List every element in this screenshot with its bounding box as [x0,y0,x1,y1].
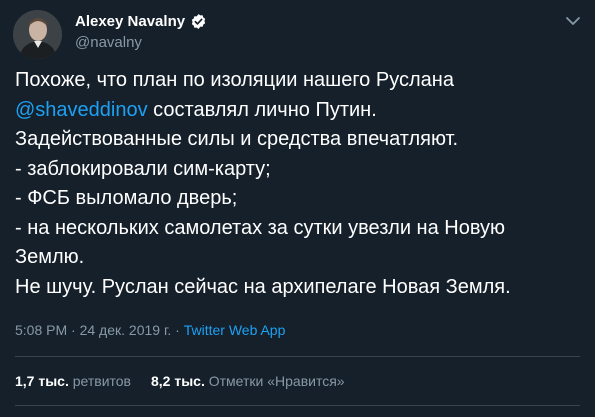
likes-count: 8,2 тыс. [151,373,205,389]
retweets-stat[interactable]: 1,7 тыс. ретвитов [15,373,131,389]
meta-separator: · [67,322,80,338]
tweet-text: Похоже, что план по изоляции нашего Русл… [15,66,585,302]
tweet-metadata: 5:08 PM · 24 дек. 2019 г. · Twitter Web … [15,322,285,338]
retweets-label: ретвитов [72,373,131,389]
mention-link[interactable]: @shaveddinov [15,99,148,121]
tweet-source-link[interactable]: Twitter Web App [184,322,286,338]
tweet-text-fragment: составлял лично Путин. [147,98,377,121]
tweet-text-line: - ФСБ выломало дверь; [15,187,238,209]
divider [15,356,580,357]
tweet-text-line: - заблокировали сим-карту; [15,157,271,180]
avatar[interactable] [13,10,62,59]
author-name-row: Alexey Navalny [75,13,207,30]
author-display-name[interactable]: Alexey Navalny [75,13,185,30]
tweet-time[interactable]: 5:08 PM [15,322,67,338]
tweet-stats: 1,7 тыс. ретвитов 8,2 тыс. Отметки «Нрави… [15,373,345,389]
tweet-text-line: - на нескольких самолетах за сутки увезл… [15,216,506,239]
tweet-text-line: Похоже, что план по изоляции нашего Русл… [15,69,454,91]
likes-label: Отметки «Нравится» [208,373,345,389]
tweet-text-line: @shaveddinov составлял лично Путин. [15,96,585,126]
tweet-text-line: Задействованные силы и средства впечатля… [15,128,459,150]
retweets-count: 1,7 тыс. [15,373,69,389]
chevron-down-icon[interactable] [564,14,582,28]
tweet-text-line: Землю. [15,246,85,268]
author-handle[interactable]: @navalny [75,34,142,51]
tweet-card: Alexey Navalny @navalny Похоже, что план… [0,0,595,417]
tweet-date[interactable]: 24 дек. 2019 г. [80,322,172,338]
likes-stat[interactable]: 8,2 тыс. Отметки «Нравится» [151,373,345,389]
tweet-text-line: Не шучу. Руслан сейчас на архипелаге Нов… [15,275,511,298]
verified-badge-icon [191,14,206,29]
meta-separator: · [171,322,184,338]
divider [15,405,580,406]
person-avatar-icon [13,10,62,59]
